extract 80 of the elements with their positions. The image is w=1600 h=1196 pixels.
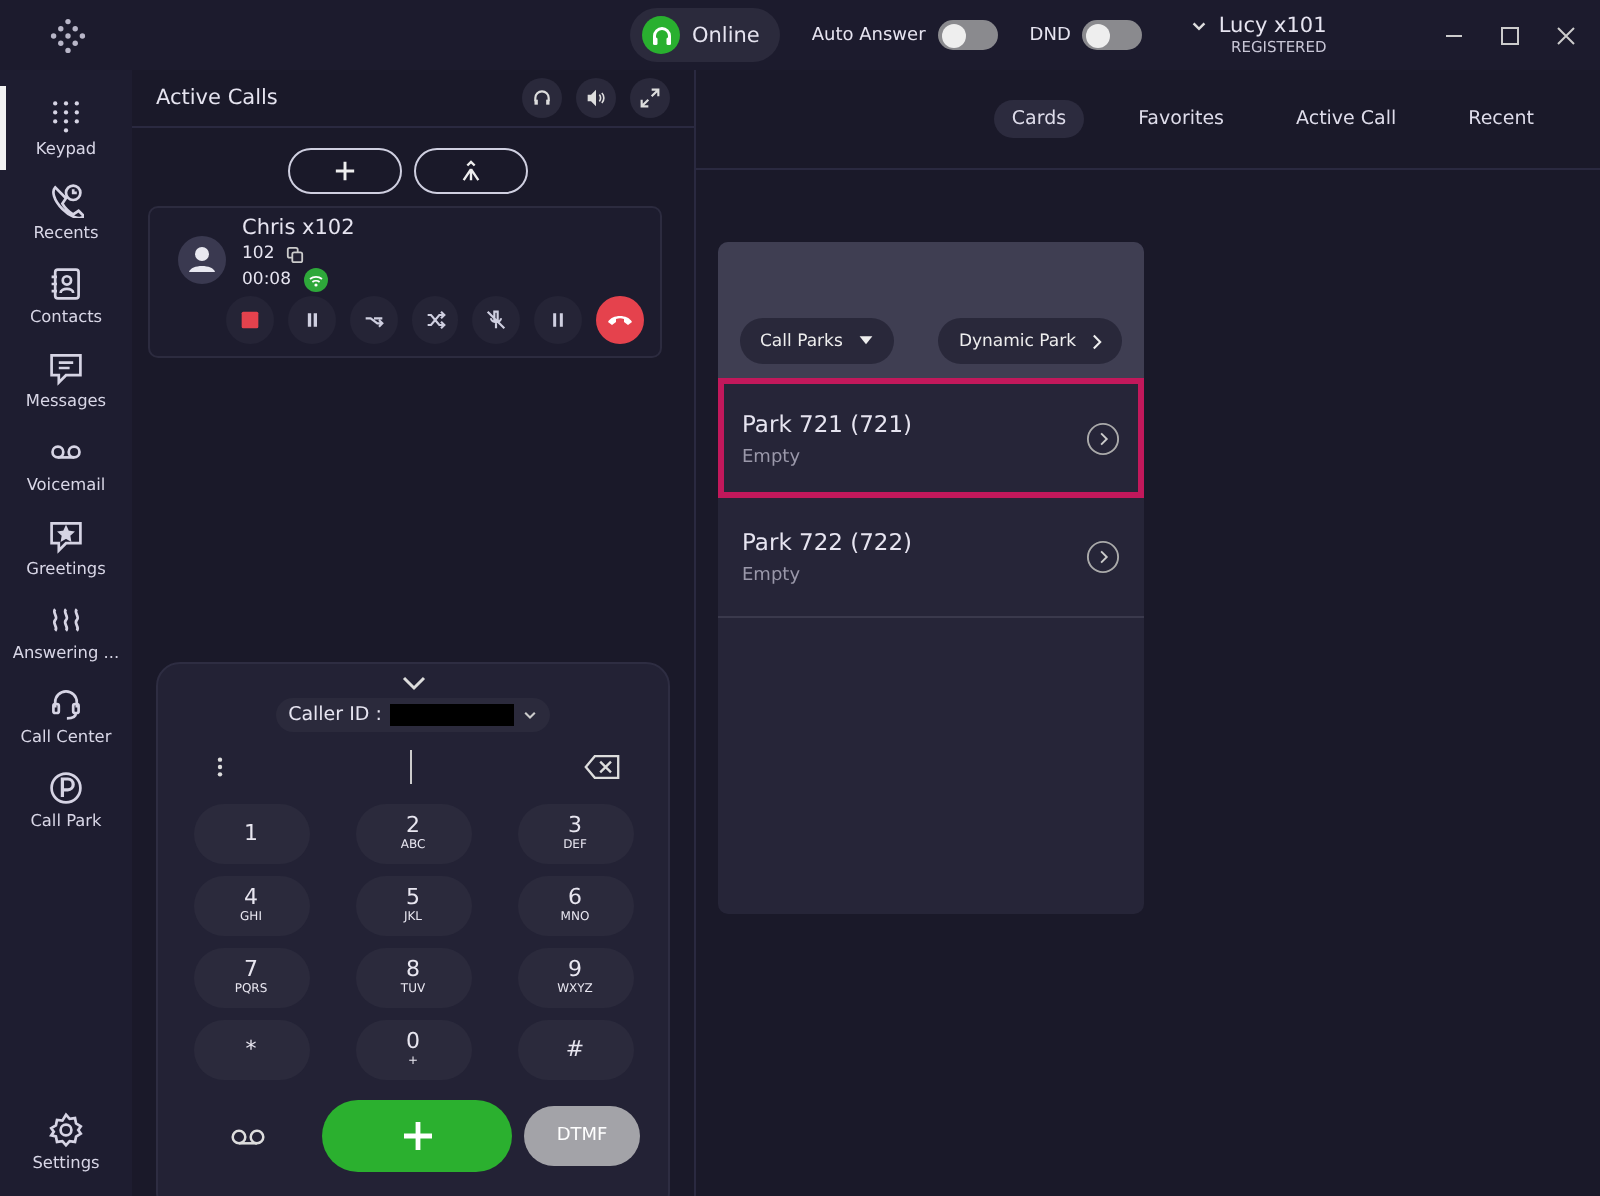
nav-item[interactable]: Answering ... xyxy=(0,590,132,674)
chat-star-icon xyxy=(48,518,84,554)
speaker-icon xyxy=(586,88,606,108)
logo-icon xyxy=(50,17,86,53)
park-row[interactable]: Park 722 (722) Empty xyxy=(718,498,1144,618)
panel-title: Active Calls xyxy=(156,86,278,110)
dial-key[interactable]: # xyxy=(517,1020,633,1080)
copy-icon[interactable] xyxy=(286,245,305,263)
status-pill[interactable]: Online xyxy=(630,8,780,62)
pause-icon[interactable] xyxy=(287,296,336,344)
nav-item[interactable]: Call Center xyxy=(0,674,132,758)
hang-up-button[interactable] xyxy=(596,296,645,344)
phone-clock-icon xyxy=(48,182,84,218)
park-row[interactable]: Park 721 (721) Empty xyxy=(718,378,1144,498)
park-name: Park 722 (722) xyxy=(742,528,913,556)
tab[interactable]: Active Call xyxy=(1278,100,1415,138)
speaker-button[interactable] xyxy=(576,78,616,118)
nav-item[interactable]: Messages xyxy=(0,338,132,422)
toggle-switch[interactable] xyxy=(937,20,998,50)
dial-key[interactable]: 1 xyxy=(193,804,309,864)
caller-id-selector[interactable]: Caller ID : xyxy=(276,698,550,732)
add-call-button[interactable] xyxy=(288,148,402,194)
maximize-icon[interactable] xyxy=(1500,25,1520,45)
chevron-down-icon[interactable] xyxy=(1190,17,1209,35)
backspace-icon[interactable] xyxy=(584,754,620,780)
stop-icon[interactable] xyxy=(226,296,274,344)
call-parks-dropdown[interactable]: Call Parks xyxy=(740,318,895,364)
chevron-down-icon[interactable] xyxy=(401,676,425,692)
shuffle-icon[interactable] xyxy=(411,296,459,344)
mic-off-icon[interactable] xyxy=(472,296,521,344)
redacted-bar xyxy=(389,704,514,726)
toggle-label: Auto Answer xyxy=(811,25,926,45)
expand-button[interactable] xyxy=(630,78,670,118)
settings-nav-item[interactable]: Settings xyxy=(0,1100,132,1184)
caller-number: 102 xyxy=(242,244,275,264)
keypad-icon xyxy=(48,98,84,134)
more-options-icon[interactable] xyxy=(216,756,224,778)
toggle-switch[interactable] xyxy=(1082,20,1143,50)
hold-icon[interactable] xyxy=(534,296,583,344)
nav-item[interactable]: Voicemail xyxy=(0,422,132,506)
chevron-circle-icon[interactable] xyxy=(1086,540,1120,574)
park-status: Empty xyxy=(742,566,803,586)
merge-button[interactable] xyxy=(414,148,528,194)
merge-arrow-icon xyxy=(460,160,482,182)
chevron-circle-icon[interactable] xyxy=(1086,421,1120,455)
park-name: Park 721 (721) xyxy=(742,409,913,437)
dial-key[interactable]: * xyxy=(193,1020,309,1080)
caller-name: Chris x102 xyxy=(242,216,355,240)
park-status: Empty xyxy=(742,447,803,467)
nav-item[interactable]: Contacts xyxy=(0,254,132,338)
caret-down-icon xyxy=(858,336,875,346)
toggle-label: DND xyxy=(1029,25,1071,45)
nav-item[interactable]: Greetings xyxy=(0,506,132,590)
plus-icon xyxy=(401,1120,433,1152)
plus-icon xyxy=(334,160,356,182)
call-duration: 00:08 xyxy=(242,270,291,290)
transfer-icon[interactable] xyxy=(349,296,398,344)
tab[interactable]: Favorites xyxy=(1120,100,1243,138)
call-button[interactable] xyxy=(322,1100,512,1172)
signal-icon xyxy=(303,268,327,292)
contact-book-icon xyxy=(48,266,84,302)
chevron-down-icon xyxy=(521,707,538,723)
tab[interactable]: Cards xyxy=(993,100,1085,138)
headset-icon xyxy=(532,88,552,108)
headset-icon xyxy=(48,686,84,722)
chevron-right-icon xyxy=(1092,333,1102,349)
voicemail-icon[interactable] xyxy=(230,1127,266,1145)
nav-item[interactable]: Keypad xyxy=(0,86,132,170)
tab[interactable]: Recent xyxy=(1450,100,1552,138)
chat-bubble-icon xyxy=(48,350,84,386)
nav-item[interactable]: Call Park xyxy=(0,758,132,842)
expand-icon xyxy=(640,88,660,108)
user-name: Lucy x101 xyxy=(1218,14,1327,38)
headset-button[interactable] xyxy=(522,78,562,118)
nav-item[interactable]: Recents xyxy=(0,170,132,254)
close-icon[interactable] xyxy=(1556,25,1576,45)
circled-p-icon xyxy=(48,770,84,806)
dynamic-park-button[interactable]: Dynamic Park xyxy=(938,318,1122,364)
settings-icon xyxy=(48,1112,84,1148)
avatar-icon xyxy=(178,236,226,284)
